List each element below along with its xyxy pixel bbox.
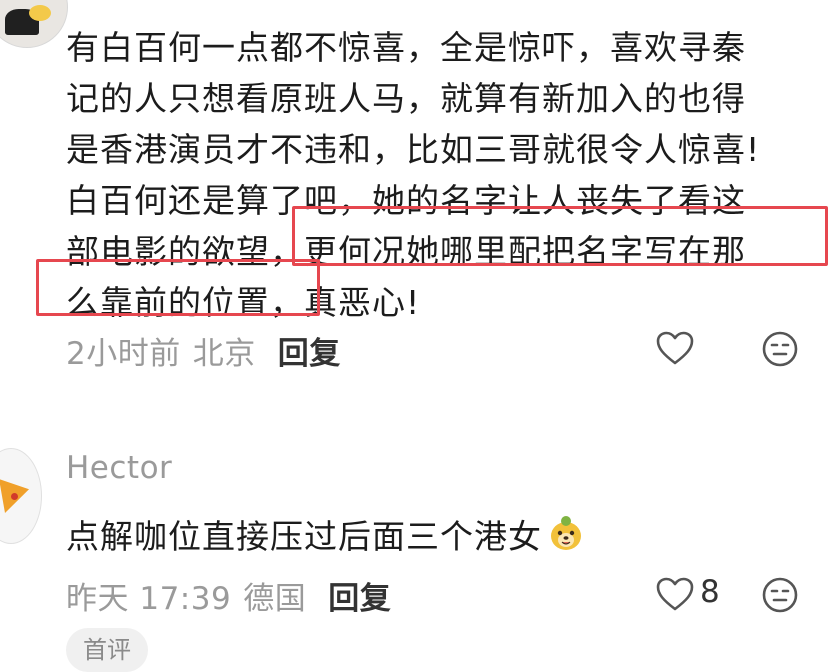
neutral-face-icon[interactable]: [759, 574, 801, 616]
comment-line: 记的人只想看原班人马，就算有新加入的也得: [66, 79, 746, 118]
heart-icon[interactable]: [652, 572, 698, 616]
comment-line: 么靠前的位置，真恶心!: [66, 283, 421, 322]
comment-meta: 昨天 17:39 德国 回复: [66, 573, 391, 618]
comment-line: 是香港演员才不违和，比如三哥就很令人惊喜!: [66, 130, 761, 169]
avatar[interactable]: [0, 448, 42, 544]
reply-button[interactable]: 回复: [278, 336, 341, 372]
neutral-face-icon[interactable]: [759, 328, 801, 370]
comment-time: 昨天 17:39: [66, 581, 232, 617]
comment-line: 有白百何一点都不惊喜，全是惊吓，喜欢寻秦: [66, 28, 746, 67]
username[interactable]: Hector: [66, 450, 172, 486]
comment-text: 点解咖位直接压过后面三个港女: [66, 517, 542, 556]
first-comment-badge: 首评: [66, 628, 148, 672]
comment-location: 德国: [243, 581, 307, 617]
avatar-hair: [29, 5, 51, 21]
comment-body: 有白百何一点都不惊喜，全是惊吓，喜欢寻秦 记的人只想看原班人马，就算有新加入的也…: [66, 22, 818, 328]
avatar-dot: [11, 493, 18, 500]
avatar[interactable]: [0, 0, 68, 48]
reply-button[interactable]: 回复: [328, 581, 391, 617]
like-count: 8: [700, 574, 720, 610]
comment-meta: 2小时前 北京 回复: [66, 328, 341, 373]
comment-body: 点解咖位直接压过后面三个港女: [66, 510, 586, 558]
heart-icon[interactable]: [652, 326, 698, 370]
comment-time: 2小时前: [66, 336, 181, 372]
comment-line: 部电影的欲望，更何况她哪里配把名字写在那: [66, 232, 746, 271]
comment-location: 北京: [192, 336, 256, 372]
comment-line: 白百何还是算了吧，她的名字让人丧失了看这: [66, 181, 746, 220]
dog-emoji: [546, 514, 586, 554]
